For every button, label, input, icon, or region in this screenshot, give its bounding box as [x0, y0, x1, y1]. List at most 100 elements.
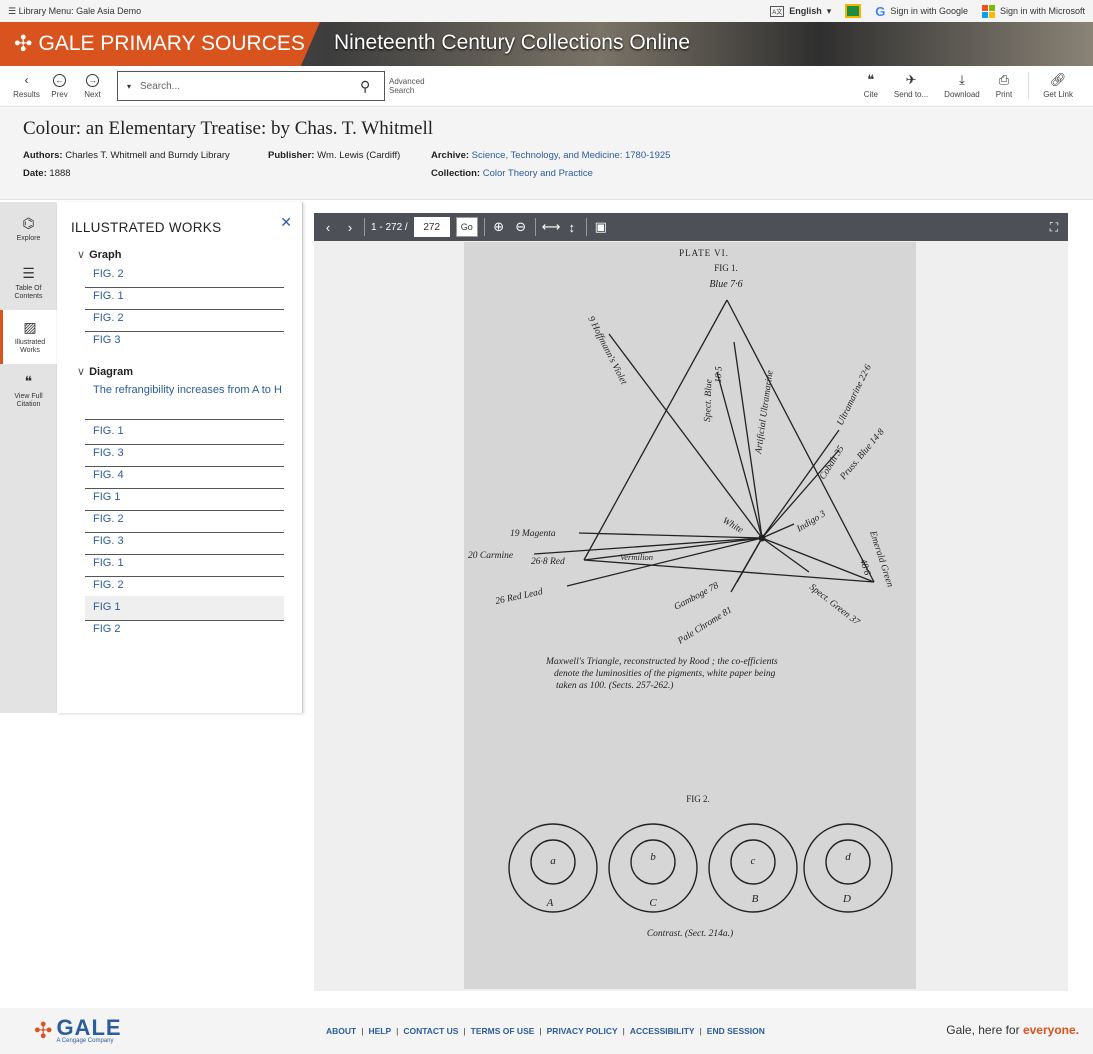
plate-heading: PLATE VI. [679, 248, 729, 258]
page-viewer: ‹ › 1 - 272 / 272 Go ⊕ ⊖ ⟷ ↕ ▣ ⛶ PLATE V… [314, 213, 1068, 991]
google-classroom-button[interactable] [845, 4, 862, 18]
fig2-label: FIG 2. [686, 794, 710, 804]
label-gamboge: Gamboge 78 [673, 581, 721, 613]
chevron-left-icon: ‹ [24, 73, 29, 87]
svg-text:A: A [546, 897, 554, 909]
scanned-plate: PLATE VI. FIG 1. Blue 7·6 9 Hoffmann's V… [468, 248, 895, 939]
download-icon: ⤓ [959, 72, 965, 87]
label-magenta: 19 Magenta [510, 529, 556, 539]
label-carmine: 20 Carmine [468, 551, 513, 561]
pigment-labels: 9 Hoffmann's Violet Spect. Blue 10·5 Art… [468, 314, 895, 647]
label-red-lead: 26 Red Lead [495, 587, 544, 607]
download-button[interactable]: ⤓ Download [936, 72, 988, 99]
list-item[interactable]: The refrangibility increases from A to H [85, 381, 284, 420]
print-button[interactable]: ⎙ Print [988, 72, 1020, 99]
fit-height-icon[interactable]: ↕ [564, 220, 580, 235]
rail-table-of-contents[interactable]: ☰ Table Of Contents [0, 256, 57, 310]
divider [534, 218, 536, 236]
translate-icon: A文 [770, 5, 785, 17]
fig1-label: FIG 1. [714, 263, 738, 273]
svg-text:b: b [650, 851, 656, 863]
footer-help-link[interactable]: HELP [368, 1026, 391, 1036]
search-input[interactable]: ▾ Search... ⚲ [117, 71, 385, 101]
zoom-in-icon[interactable]: ⊕ [491, 219, 507, 235]
rail-illustrated-works[interactable]: ▨ Illustrated Works [0, 310, 57, 364]
sign-in-google[interactable]: G Sign in with Google [875, 4, 968, 19]
label-ultramarine: Ultramarine 22·6 [836, 363, 874, 427]
collection-title[interactable]: Nineteenth Century Collections Online [334, 31, 690, 55]
footer-accessibility-link[interactable]: ACCESSIBILITY [630, 1026, 695, 1036]
svg-text:C: C [649, 897, 657, 909]
advanced-search-link[interactable]: Advanced Search [389, 77, 439, 95]
fit-width-icon[interactable]: ⟷ [542, 219, 561, 235]
side-rail: ⌬ Explore ☰ Table Of Contents ▨ Illustrated W… [0, 202, 57, 713]
label-white: White [721, 516, 745, 536]
footer-logo[interactable]: ✣ GALE A Cengage Company [34, 1017, 122, 1045]
svg-text:c: c [751, 855, 756, 867]
label-spect-blue-value: 10·5 [714, 366, 725, 383]
group-graph[interactable]: ∨ Graph [77, 248, 121, 261]
group-diagram[interactable]: ∨ Diagram [77, 365, 133, 378]
footer: ✣ GALE A Cengage Company ABOUT | HELP | CON… [0, 1008, 1093, 1054]
footer-privacy-link[interactable]: PRIVACY POLICY [547, 1026, 618, 1036]
send-to-button[interactable]: ✈ Send to... [886, 72, 936, 99]
cite-button[interactable]: ❝ Cite [856, 72, 886, 99]
svg-text:taken as 100. (Sects. 257-26: taken as 100. (Sects. 257-262.) [556, 680, 673, 691]
printer-icon: ⎙ [998, 72, 1010, 87]
publisher-meta: Publisher: Wm. Lewis (Cardiff) [268, 150, 401, 161]
footer-end-session-link[interactable]: END SESSION [707, 1026, 765, 1036]
arrow-right-circle-icon: → [86, 73, 99, 87]
get-link-button[interactable]: 🔗︎ Get Link [1028, 72, 1081, 99]
viewer-toolbar: ‹ › 1 - 272 / 272 Go ⊕ ⊖ ⟷ ↕ ▣ ⛶ [314, 213, 1068, 241]
search-scope-dropdown[interactable]: ▾ [118, 82, 140, 91]
banner: ✣ GALE PRIMARY SOURCES Nineteenth Century… [0, 22, 1093, 66]
image-settings-icon[interactable]: ▣ [593, 219, 609, 235]
label-emerald-green-value: 48·6 [857, 558, 872, 577]
library-menu[interactable]: ☰ Library Menu: Gale Asia Demo [8, 6, 141, 17]
sign-in-microsoft[interactable]: Sign in with Microsoft [981, 4, 1085, 18]
list-item[interactable]: FIG 3 [85, 329, 284, 353]
list-item[interactable]: FIG 2 [85, 618, 284, 642]
chevron-left-icon[interactable]: ‹ [320, 220, 336, 235]
page-number-input[interactable]: 272 [413, 217, 450, 237]
close-icon[interactable]: ✕ [280, 214, 292, 231]
svg-text:B: B [752, 893, 759, 905]
fullscreen-icon[interactable]: ⛶ [1046, 220, 1062, 235]
collection-link[interactable]: Color Theory and Practice [483, 168, 593, 179]
link-icon: 🔗︎ [1049, 72, 1067, 87]
archive-link[interactable]: Science, Technology, and Medicine: 1780-… [472, 150, 671, 161]
date-meta: Date: 1888 [23, 168, 71, 179]
rail-explore[interactable]: ⌬ Explore [0, 202, 57, 256]
footer-about-link[interactable]: ABOUT [326, 1026, 356, 1036]
gale-star-icon: ✣ [34, 1018, 53, 1043]
menu-icon: ☰ [8, 5, 19, 16]
top-utility-bar: ☰ Library Menu: Gale Asia Demo A文 English… [0, 0, 1093, 22]
rail-view-citation[interactable]: ❝ View Full Citation [0, 364, 57, 418]
panel-heading: ILLUSTRATED WORKS [71, 220, 222, 235]
arrow-left-circle-icon: ← [53, 73, 66, 87]
brand-logo[interactable]: ✣ GALE PRIMARY SOURCES [0, 22, 320, 66]
quote-icon: ❝ [24, 372, 33, 389]
label-hoffmann: 9 Hoffmann's Violet [585, 314, 629, 386]
blue-label: Blue 7·6 [709, 279, 742, 290]
triangle-lines [533, 299, 875, 593]
paper-plane-icon: ✈ [905, 72, 917, 87]
document-header: Colour: an Elementary Treatise: by Chas.… [0, 108, 1093, 200]
label-pruss-blue: Pruss. Blue 14·8 [838, 427, 887, 482]
label-spect-green: Spect. Green 37 [807, 582, 862, 628]
chevron-down-icon: ▾ [826, 5, 832, 16]
chevron-right-icon[interactable]: › [342, 220, 358, 235]
divider [585, 218, 587, 236]
zoom-out-icon[interactable]: ⊖ [513, 219, 529, 235]
search-icon[interactable]: ⚲ [360, 78, 384, 95]
footer-contact-link[interactable]: CONTACT US [403, 1026, 458, 1036]
next-button[interactable]: → Next [76, 73, 109, 99]
go-button[interactable]: Go [455, 217, 478, 237]
footer-terms-link[interactable]: TERMS OF USE [471, 1026, 535, 1036]
prev-button[interactable]: ← Prev [43, 73, 76, 99]
archive-meta: Archive: Science, Technology, and Medici… [431, 150, 671, 161]
language-select[interactable]: A文 English ▾ [770, 5, 832, 17]
label-emerald-green: Emerald Green [867, 529, 895, 589]
collection-meta: Collection: Color Theory and Practice [431, 168, 593, 179]
results-button[interactable]: ‹ Results [10, 73, 43, 99]
